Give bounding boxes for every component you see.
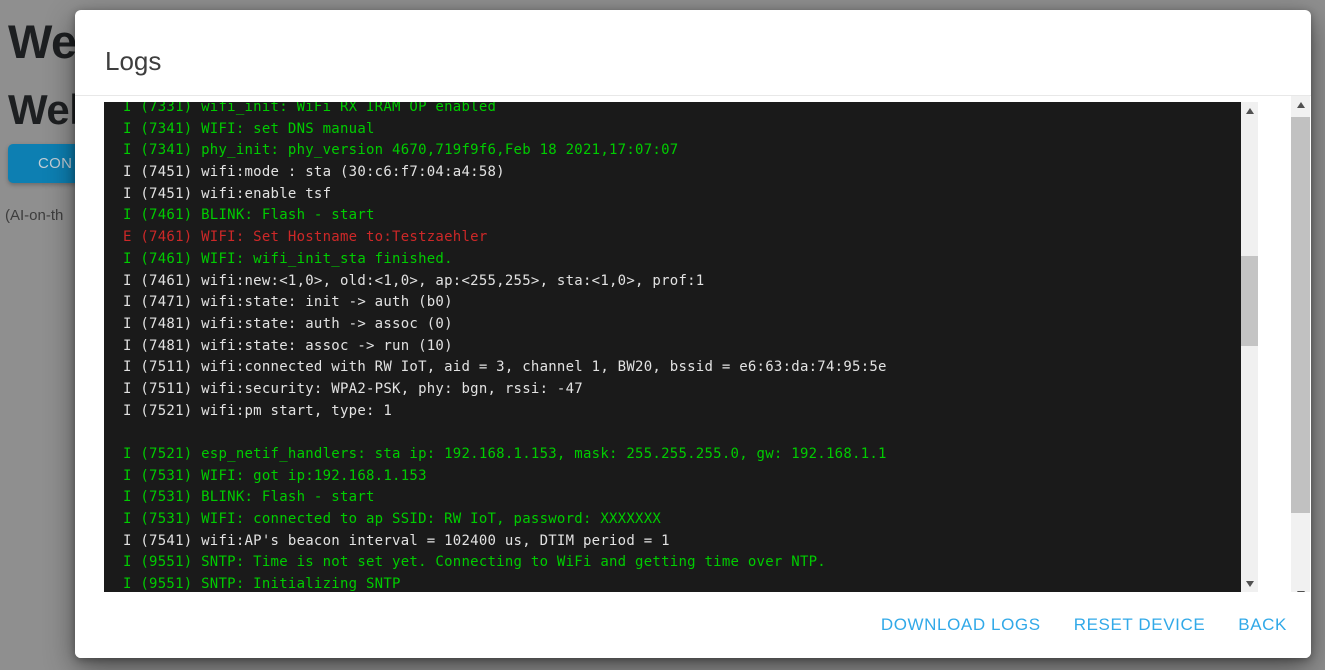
log-line: I (7451) wifi:mode : sta (30:c6:f7:04:a4… (123, 162, 1238, 184)
log-line: I (7531) WIFI: connected to ap SSID: RW … (123, 509, 1238, 531)
log-line: I (7461) BLINK: Flash - start (123, 205, 1238, 227)
console-scroll-up-icon[interactable] (1241, 102, 1258, 119)
log-line: I (7481) wifi:state: assoc -> run (10) (123, 336, 1238, 358)
log-line: I (7531) WIFI: got ip:192.168.1.153 (123, 466, 1238, 488)
reset-device-button[interactable]: RESET DEVICE (1074, 615, 1206, 635)
log-lines: I (7331) wifi_init: WiFi RX IRAM OP enab… (123, 102, 1238, 592)
dialog-scrollbar-thumb[interactable] (1291, 117, 1310, 513)
logs-dialog: Logs I (7331) wifi_init: WiFi RX IRAM OP… (75, 10, 1311, 658)
bg-page-caption: (AI-on-th (5, 207, 63, 224)
log-line: I (7451) wifi:enable tsf (123, 184, 1238, 206)
dialog-title: Logs (105, 46, 161, 77)
log-line: I (9551) SNTP: Initializing SNTP (123, 574, 1238, 592)
log-line: I (9551) SNTP: Time is not set yet. Conn… (123, 552, 1238, 574)
log-line: I (7471) wifi:state: init -> auth (b0) (123, 292, 1238, 314)
console-scrollbar-thumb[interactable] (1241, 256, 1258, 346)
log-line: I (7521) wifi:pm start, type: 1 (123, 401, 1238, 423)
log-line: I (7511) wifi:security: WPA2-PSK, phy: b… (123, 379, 1238, 401)
download-logs-button[interactable]: DOWNLOAD LOGS (881, 615, 1041, 635)
dialog-scroll-up-icon[interactable] (1291, 96, 1310, 113)
dialog-footer: DOWNLOAD LOGS RESET DEVICE BACK (75, 592, 1311, 658)
log-line: I (7481) wifi:state: auth -> assoc (0) (123, 314, 1238, 336)
log-line: I (7541) wifi:AP's beacon interval = 102… (123, 531, 1238, 553)
log-line: I (7521) esp_netif_handlers: sta ip: 192… (123, 444, 1238, 466)
log-line (123, 422, 1238, 444)
log-console[interactable]: I (7331) wifi_init: WiFi RX IRAM OP enab… (104, 102, 1258, 592)
log-line: I (7531) BLINK: Flash - start (123, 487, 1238, 509)
log-line: I (7331) wifi_init: WiFi RX IRAM OP enab… (123, 102, 1238, 119)
console-scrollbar[interactable] (1241, 102, 1258, 592)
back-button[interactable]: BACK (1238, 615, 1287, 635)
log-line: E (7461) WIFI: Set Hostname to:Testzaehl… (123, 227, 1238, 249)
log-line: I (7461) wifi:new:<1,0>, old:<1,0>, ap:<… (123, 271, 1238, 293)
log-line: I (7461) WIFI: wifi_init_sta finished. (123, 249, 1238, 271)
bg-page-subheading: Wel (8, 86, 80, 134)
dialog-scrollbar[interactable] (1291, 96, 1310, 602)
log-line: I (7341) phy_init: phy_version 4670,719f… (123, 140, 1238, 162)
log-line: I (7511) wifi:connected with RW IoT, aid… (123, 357, 1238, 379)
dialog-header: Logs (75, 10, 1311, 96)
bg-page-heading: We (8, 14, 77, 69)
log-line: I (7341) WIFI: set DNS manual (123, 119, 1238, 141)
console-scroll-down-icon[interactable] (1241, 575, 1258, 592)
